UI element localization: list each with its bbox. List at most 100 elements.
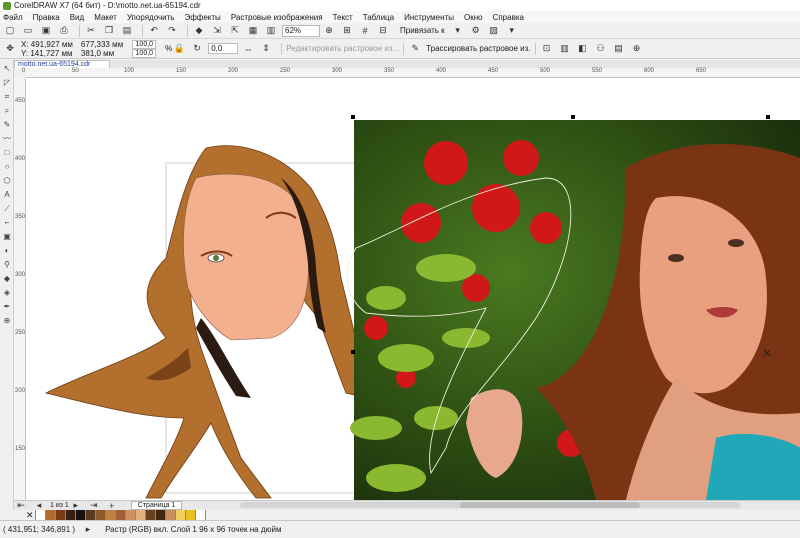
menu-layout[interactable]: Макет: [94, 13, 117, 22]
outline-pen-icon[interactable]: ✒: [2, 302, 12, 312]
selection-handle[interactable]: [766, 115, 770, 119]
selection-handle[interactable]: [351, 115, 355, 119]
pick-tool-icon[interactable]: ↖: [2, 64, 12, 74]
x-position-field[interactable]: X: 491,927 мм: [21, 40, 73, 49]
color-swatch[interactable]: [156, 510, 166, 520]
document-tab[interactable]: motto.net.ua-65194.cdr: [14, 60, 110, 68]
parallel-dimension-tool-icon[interactable]: ⟋: [2, 204, 12, 214]
smart-fill-tool-icon[interactable]: ◈: [2, 288, 12, 298]
open-icon[interactable]: ▭: [21, 25, 35, 37]
color-swatch[interactable]: [136, 510, 146, 520]
cut-icon[interactable]: ✂: [84, 25, 98, 37]
status-arrow-icon[interactable]: ▸: [81, 524, 95, 536]
menu-tools[interactable]: Инструменты: [404, 13, 454, 22]
undo-icon[interactable]: ↶: [147, 25, 161, 37]
color-swatch[interactable]: [96, 510, 106, 520]
crop-bitmap-icon[interactable]: ⊡: [540, 43, 554, 55]
copy-icon[interactable]: ❐: [102, 25, 116, 37]
y-position-field[interactable]: Y: 141,727 мм: [21, 49, 73, 58]
color-swatch[interactable]: [126, 510, 136, 520]
quick-customize-icon[interactable]: ⊕: [2, 316, 12, 326]
welcome-screen-icon[interactable]: ▨: [487, 25, 501, 37]
menu-arrange[interactable]: Упорядочить: [127, 13, 175, 22]
scale-x-field[interactable]: 100,0: [132, 39, 157, 49]
menu-text[interactable]: Текст: [333, 13, 353, 22]
app-launcher-icon[interactable]: ▥: [264, 25, 278, 37]
bitmap-color-mask-icon[interactable]: ◧: [576, 43, 590, 55]
drawing-canvas[interactable]: [26, 78, 800, 500]
grid-icon[interactable]: #: [358, 25, 372, 37]
horizontal-scrollbar[interactable]: [240, 502, 740, 508]
color-swatch[interactable]: [46, 510, 56, 520]
polygon-tool-icon[interactable]: ⬠: [2, 176, 12, 186]
width-field[interactable]: 677,333 мм: [81, 40, 123, 49]
launch-dropdown-icon[interactable]: ▾: [505, 25, 519, 37]
import-icon[interactable]: ⇲: [210, 25, 224, 37]
search-content-icon[interactable]: ◆: [192, 25, 206, 37]
color-swatch[interactable]: [186, 510, 196, 520]
page-tab-1[interactable]: Страница 1: [130, 501, 183, 510]
menu-file[interactable]: Файл: [3, 13, 23, 22]
new-document-icon[interactable]: ▢: [3, 25, 17, 37]
color-swatch[interactable]: [146, 510, 156, 520]
freehand-tool-icon[interactable]: ✎: [2, 120, 12, 130]
link-icon[interactable]: ⚇: [594, 43, 608, 55]
menu-effects[interactable]: Эффекты: [184, 13, 220, 22]
color-swatch[interactable]: [56, 510, 66, 520]
menu-view[interactable]: Вид: [70, 13, 84, 22]
menu-bitmaps[interactable]: Растровые изображения: [231, 13, 323, 22]
menu-edit[interactable]: Правка: [33, 13, 60, 22]
options-icon[interactable]: ⚙: [469, 25, 483, 37]
vector-portrait[interactable]: [44, 145, 367, 499]
menu-help[interactable]: Справка: [493, 13, 524, 22]
print-icon[interactable]: ⎙: [57, 25, 71, 37]
artistic-media-tool-icon[interactable]: 〰: [2, 134, 12, 144]
resample-icon[interactable]: ▥: [558, 43, 572, 55]
scrollbar-thumb[interactable]: [460, 502, 640, 508]
eyedropper-tool-icon[interactable]: ⚲: [2, 260, 12, 270]
menu-table[interactable]: Таблица: [363, 13, 394, 22]
edit-bitmap-button[interactable]: Редактировать растровое из...: [286, 44, 399, 53]
rulers-icon[interactable]: ⊞: [340, 25, 354, 37]
color-swatch[interactable]: [166, 510, 176, 520]
no-fill-swatch[interactable]: ✕: [26, 510, 36, 520]
color-swatch[interactable]: [196, 510, 206, 520]
zoom-level-field[interactable]: 62%: [282, 24, 320, 37]
quick-customize-icon[interactable]: ⊕: [630, 43, 644, 55]
mirror-vertical-icon[interactable]: ⇕: [259, 43, 273, 55]
guidelines-icon[interactable]: ⊟: [376, 25, 390, 37]
trace-bitmap-button[interactable]: Трассировать растровое из.: [426, 44, 530, 53]
bitmap-photo[interactable]: [350, 120, 800, 500]
color-swatch[interactable]: [176, 510, 186, 520]
snap-dropdown-icon[interactable]: ▾: [451, 25, 465, 37]
wrap-text-icon[interactable]: ▤: [612, 43, 626, 55]
menu-window[interactable]: Окно: [464, 13, 483, 22]
zoom-tool-icon[interactable]: ⌕: [2, 106, 12, 116]
selection-handle[interactable]: [571, 115, 575, 119]
text-tool-icon[interactable]: A: [2, 190, 12, 200]
lock-ratio-icon[interactable]: 🔒: [172, 43, 186, 55]
vertical-ruler[interactable]: 450 400 350 300 250 200 150: [14, 78, 26, 500]
export-icon[interactable]: ⇱: [228, 25, 242, 37]
horizontal-ruler[interactable]: 0 50 100 150 200 250 300 350 400 450 500…: [22, 68, 800, 78]
height-field[interactable]: 381,0 мм: [81, 49, 123, 58]
full-screen-icon[interactable]: ⊕: [322, 25, 336, 37]
paste-icon[interactable]: ▤: [120, 25, 134, 37]
crop-tool-icon[interactable]: ⌗: [2, 92, 12, 102]
rectangle-tool-icon[interactable]: □: [2, 148, 12, 158]
drop-shadow-tool-icon[interactable]: ▣: [2, 232, 12, 242]
scale-y-field[interactable]: 100,0: [132, 48, 157, 58]
color-swatch[interactable]: [106, 510, 116, 520]
selection-handle[interactable]: [351, 350, 355, 354]
ellipse-tool-icon[interactable]: ○: [2, 162, 12, 172]
mirror-horizontal-icon[interactable]: ⇔: [241, 43, 255, 55]
publish-pdf-icon[interactable]: ▦: [246, 25, 260, 37]
shape-tool-icon[interactable]: ◸: [2, 78, 12, 88]
transparency-tool-icon[interactable]: ◐: [2, 246, 12, 256]
redo-icon[interactable]: ↷: [165, 25, 179, 37]
connector-tool-icon[interactable]: ⌐: [2, 218, 12, 228]
color-swatch[interactable]: [116, 510, 126, 520]
color-swatch[interactable]: [66, 510, 76, 520]
object-origin-icon[interactable]: ✥: [3, 43, 17, 55]
save-icon[interactable]: ▣: [39, 25, 53, 37]
